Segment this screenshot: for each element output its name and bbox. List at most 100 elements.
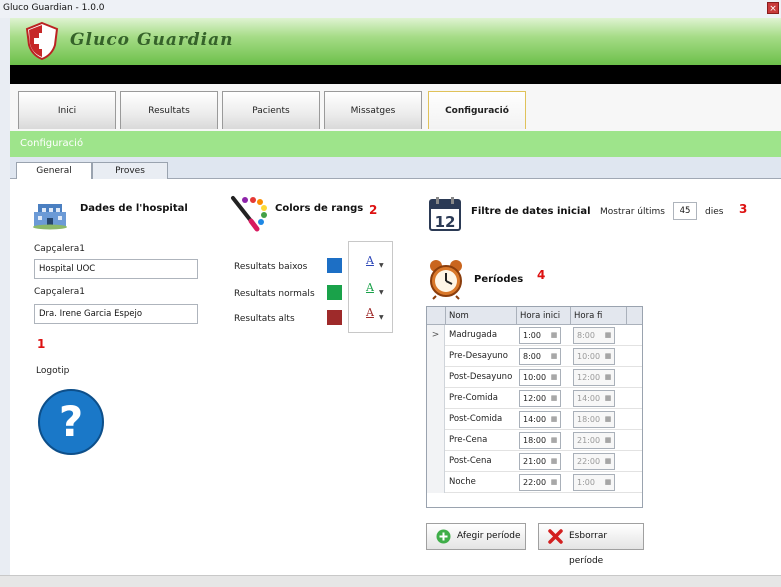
palette-brush-icon [231,196,267,232]
start-time-input[interactable]: 8:00 ▦ [519,348,561,365]
range-low-color-picker[interactable]: A ▼ [363,254,384,276]
start-time-value: 22:00 [523,478,547,487]
time-picker-icon: ▦ [604,373,612,381]
end-time-input: 22:00 ▦ [573,453,615,470]
row-selector[interactable] [427,451,445,472]
end-time-input: 14:00 ▦ [573,390,615,407]
column-header-hora-inici[interactable]: Hora inici [517,307,571,325]
window-titlebar: Gluco Guardian - 1.0.0 × [0,0,781,18]
days-input[interactable]: 45 [673,202,697,220]
time-picker-icon[interactable]: ▦ [550,415,558,424]
header1-input[interactable]: Hospital UOC [34,259,198,279]
time-picker-icon[interactable]: ▦ [550,352,558,361]
time-picker-icon: ▦ [604,352,612,360]
start-time-input[interactable]: 22:00 ▦ [519,474,561,491]
config-content [10,179,781,575]
left-window-border [0,18,10,575]
period-name: Pre-Desayuno [449,351,508,361]
start-time-value: 1:00 [523,331,541,340]
start-time-value: 12:00 [523,394,547,403]
font-color-icon: A [366,254,374,267]
row-selector[interactable]: > [427,325,445,346]
table-row[interactable]: Post-Comida 14:00 ▦ 18:00 ▦ [427,409,642,430]
section-title: Configuració [20,138,84,149]
delete-period-button[interactable]: Esborrar període [538,523,644,566]
period-name: Madrugada [449,330,498,340]
period-name: Pre-Cena [449,435,488,445]
time-picker-icon[interactable]: ▦ [550,331,558,340]
range-low-label: Resultats baixos [234,262,308,272]
hospital-building-icon [33,204,67,230]
end-time-value: 18:00 [577,415,601,424]
row-selector[interactable] [427,346,445,367]
start-time-input[interactable]: 12:00 ▦ [519,390,561,407]
start-time-input[interactable]: 1:00 ▦ [519,327,561,344]
periods-table[interactable]: Nom Hora inici Hora fi > Madrugada 1:00 ▦ 8:… [426,306,643,508]
time-picker-icon: ▦ [604,331,612,339]
end-time-value: 22:00 [577,457,601,466]
start-time-input[interactable]: 10:00 ▦ [519,369,561,386]
column-header-hora-fi[interactable]: Hora fi [571,307,627,325]
range-low-swatch [327,258,342,273]
row-selector[interactable] [427,367,445,388]
time-picker-icon[interactable]: ▦ [550,373,558,382]
start-time-value: 21:00 [523,457,547,466]
range-normal-label: Resultats normals [234,289,315,299]
time-picker-icon[interactable]: ▦ [550,478,558,487]
close-icon[interactable]: × [767,2,779,14]
table-row[interactable]: Post-Cena 21:00 ▦ 22:00 ▦ [427,451,642,472]
add-period-button[interactable]: Afegir període [426,523,526,550]
start-time-value: 18:00 [523,436,547,445]
table-row[interactable]: Pre-Cena 18:00 ▦ 21:00 ▦ [427,430,642,451]
period-name: Post-Cena [449,456,492,466]
tab-proves[interactable]: Proves [92,162,168,180]
end-time-input: 21:00 ▦ [573,432,615,449]
range-normal-color-picker[interactable]: A ▼ [363,281,384,303]
time-picker-icon[interactable]: ▦ [550,394,558,403]
tab-missatges[interactable]: Missatges [324,91,422,129]
row-selector[interactable] [427,388,445,409]
status-bar [0,575,781,587]
tab-resultats[interactable]: Resultats [120,91,218,129]
annotation-1: 1 [37,337,46,351]
svg-text:?: ? [59,397,83,446]
table-row[interactable]: Noche 22:00 ▦ 1:00 ▦ [427,472,642,493]
header2-input[interactable]: Dra. Irene Garcia Espejo [34,304,198,324]
start-time-value: 10:00 [523,373,547,382]
tab-configuracio[interactable]: Configuració [428,91,526,129]
question-mark-icon[interactable]: ? [37,388,105,456]
row-selector[interactable] [427,430,445,451]
colors-heading: Colors de rangs [275,203,364,214]
end-time-value: 1:00 [577,478,595,487]
range-normal-swatch [327,285,342,300]
tab-pacients[interactable]: Pacients [222,91,320,129]
chevron-down-icon: ▼ [379,262,384,269]
time-picker-icon[interactable]: ▦ [550,436,558,445]
column-header-nom[interactable]: Nom [446,307,517,325]
table-row[interactable]: Pre-Desayuno 8:00 ▦ 10:00 ▦ [427,346,642,367]
toolbar-strip [10,65,781,84]
start-time-input[interactable]: 18:00 ▦ [519,432,561,449]
periods-heading: Períodes [474,274,524,285]
row-selector[interactable] [427,472,445,493]
table-row[interactable]: Pre-Comida 12:00 ▦ 14:00 ▦ [427,388,642,409]
app-brand: Gluco Guardian [70,30,234,50]
table-row[interactable]: > Madrugada 1:00 ▦ 8:00 ▦ [427,325,642,346]
end-time-value: 14:00 [577,394,601,403]
row-selector[interactable] [427,409,445,430]
annotation-3: 3 [739,202,748,216]
end-time-input: 12:00 ▦ [573,369,615,386]
date-filter-heading: Filtre de dates inicial [471,206,591,217]
calendar-icon: 12 [429,197,461,231]
start-time-input[interactable]: 14:00 ▦ [519,411,561,428]
range-high-label: Resultats alts [234,314,295,324]
days-unit: dies [705,207,724,217]
table-row[interactable]: Post-Desayuno 10:00 ▦ 12:00 ▦ [427,367,642,388]
range-high-color-picker[interactable]: A ▼ [363,306,384,328]
main-tab-strip: Inici Resultats Pacients Missatges Confi… [10,84,781,131]
time-picker-icon: ▦ [604,478,612,486]
start-time-input[interactable]: 21:00 ▦ [519,453,561,470]
font-color-icon: A [366,281,374,294]
tab-inici[interactable]: Inici [18,91,116,129]
time-picker-icon[interactable]: ▦ [550,457,558,466]
